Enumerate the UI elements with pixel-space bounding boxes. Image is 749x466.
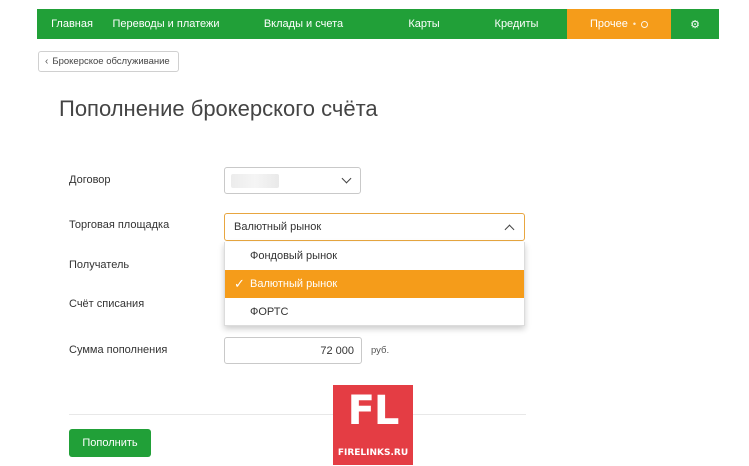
submit-button[interactable]: Пополнить [69, 429, 151, 457]
nav-item-deposits[interactable]: Вклады и счета [225, 9, 382, 39]
nav-item-label: Главная [51, 18, 93, 30]
contract-label: Договор [69, 174, 111, 186]
nav-item-transfers[interactable]: Переводы и платежи [107, 9, 225, 39]
currency-label: руб. [371, 345, 390, 356]
market-select-value: Валютный рынок [234, 221, 322, 233]
top-navigation: Главная Переводы и платежи Вклады и счет… [37, 9, 719, 39]
market-dropdown: Фондовый рынок ✓ Валютный рынок ФОРТС [224, 242, 525, 326]
market-option[interactable]: ФОРТС [225, 298, 524, 326]
market-option-selected[interactable]: ✓ Валютный рынок [225, 270, 524, 298]
watermark-logo-text: FL [347, 388, 400, 434]
nav-item-label: Карты [408, 18, 440, 30]
nav-item-label: Переводы и платежи [112, 18, 220, 30]
amount-input[interactable]: 72 000 [224, 337, 362, 364]
nav-item-label: Кредиты [494, 18, 539, 30]
nav-item-label: Вклады и счета [263, 18, 344, 30]
market-label: Торговая площадка [69, 219, 170, 231]
gear-icon: ⚙ [690, 18, 700, 31]
watermark-logo: FL FIRELINKS.RU [333, 385, 413, 465]
chevron-left-icon: ‹ [45, 56, 49, 67]
chevron-down-icon [341, 173, 352, 184]
breadcrumb[interactable]: ‹ Брокерское обслуживание [38, 51, 179, 72]
contract-value-redacted [231, 174, 279, 188]
nav-item-cards[interactable]: Карты [382, 9, 466, 39]
option-label: Валютный рынок [250, 278, 338, 290]
checkmark-icon: ✓ [234, 276, 245, 291]
amount-value: 72 000 [320, 345, 354, 357]
breadcrumb-label: Брокерское обслуживание [52, 56, 170, 67]
option-label: Фондовый рынок [250, 250, 338, 262]
market-select[interactable]: Валютный рынок [224, 213, 525, 241]
debit-account-label: Счёт списания [69, 298, 145, 310]
watermark-site-text: FIRELINKS.RU [337, 448, 409, 458]
contract-select[interactable] [224, 167, 361, 194]
divider [69, 414, 526, 415]
option-label: ФОРТС [250, 306, 289, 318]
dropdown-dot-icon: • [632, 19, 637, 29]
nav-item-more[interactable]: Прочее • [567, 9, 671, 39]
settings-button[interactable]: ⚙ [671, 9, 719, 39]
nav-item-credits[interactable]: Кредиты [466, 9, 567, 39]
nav-item-label: Прочее [589, 18, 628, 30]
amount-label: Сумма пополнения [69, 344, 168, 356]
nav-item-main[interactable]: Главная [37, 9, 107, 39]
ring-icon [641, 20, 649, 28]
page-title: Пополнение брокерского счёта [59, 96, 378, 121]
recipient-label: Получатель [69, 259, 130, 271]
market-option[interactable]: Фондовый рынок [225, 242, 524, 270]
chevron-up-icon [504, 224, 515, 235]
